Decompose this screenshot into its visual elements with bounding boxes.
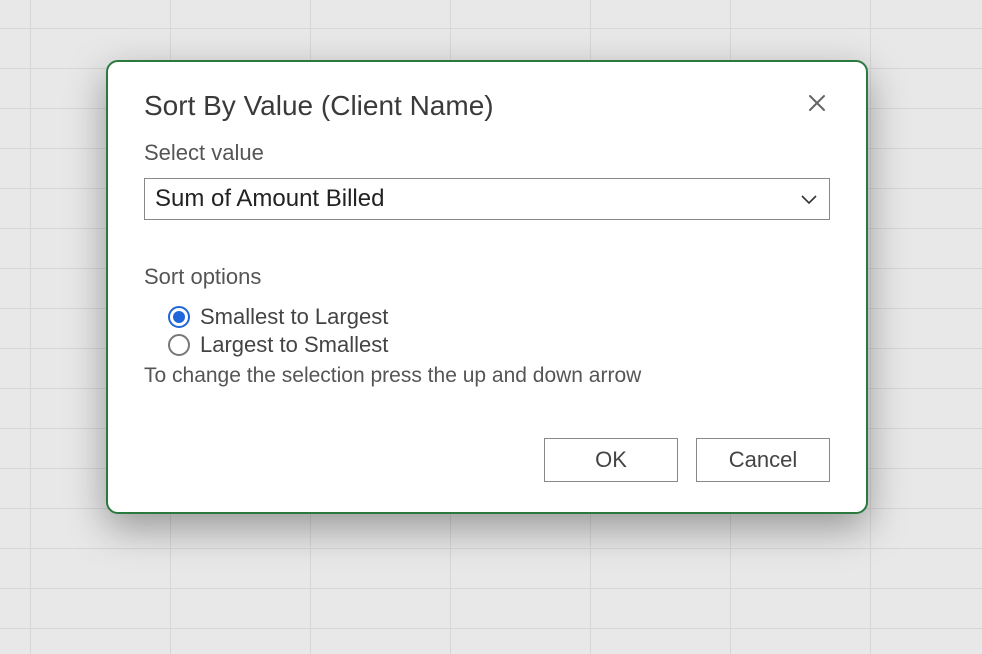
radio-icon xyxy=(168,306,190,328)
close-button[interactable] xyxy=(804,90,830,120)
dialog-button-row: OK Cancel xyxy=(144,438,830,482)
radio-label: Largest to Smallest xyxy=(200,332,388,358)
sort-options-group: Smallest to Largest Largest to Smallest xyxy=(144,304,830,358)
radio-smallest-to-largest[interactable]: Smallest to Largest xyxy=(168,304,830,330)
ok-button[interactable]: OK xyxy=(544,438,678,482)
radio-label: Smallest to Largest xyxy=(200,304,388,330)
cancel-button[interactable]: Cancel xyxy=(696,438,830,482)
close-icon xyxy=(808,92,826,117)
sort-by-value-dialog: Sort By Value (Client Name) Select value… xyxy=(106,60,868,514)
dialog-header: Sort By Value (Client Name) xyxy=(144,90,830,122)
radio-largest-to-smallest[interactable]: Largest to Smallest xyxy=(168,332,830,358)
sort-options-label: Sort options xyxy=(144,264,830,290)
select-value-label: Select value xyxy=(144,140,830,166)
dialog-title: Sort By Value (Client Name) xyxy=(144,90,494,122)
sort-options-hint: To change the selection press the up and… xyxy=(144,364,830,388)
select-value-display: Sum of Amount Billed xyxy=(144,178,830,220)
radio-icon xyxy=(168,334,190,356)
select-value-dropdown[interactable]: Sum of Amount Billed xyxy=(144,178,830,220)
